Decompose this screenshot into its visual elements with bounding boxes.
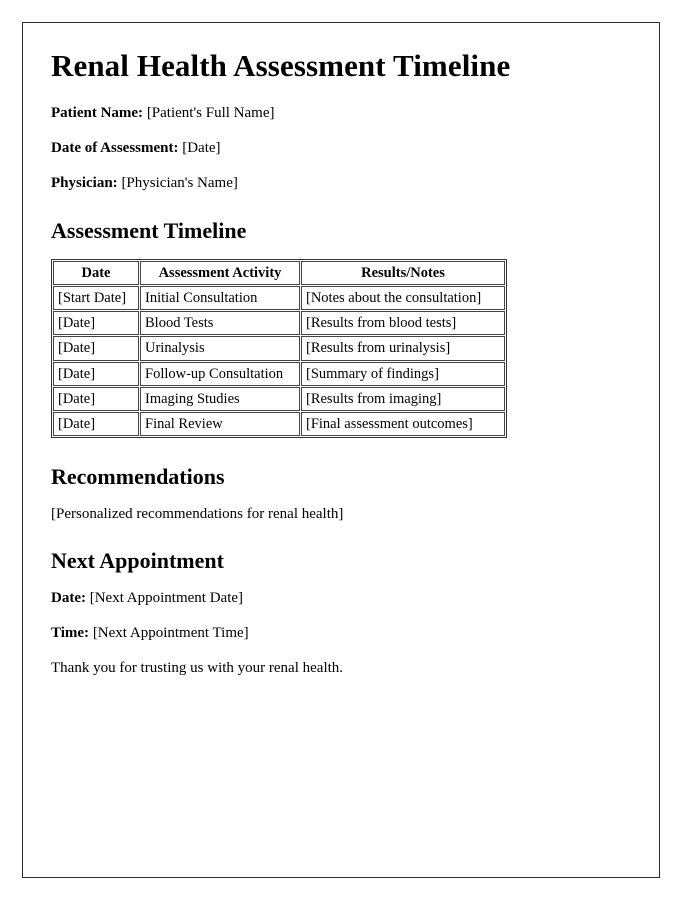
cell-date: [Date] — [53, 336, 139, 361]
cell-activity: Final Review — [140, 411, 300, 436]
next-appointment-time-row: Time: [Next Appointment Time] — [51, 624, 631, 642]
table-body: [Start Date] Initial Consultation [Notes… — [53, 286, 505, 436]
cell-date: [Date] — [53, 411, 139, 436]
cell-results: [Notes about the consultation] — [301, 286, 505, 311]
cell-date: [Date] — [53, 311, 139, 336]
column-header-activity: Assessment Activity — [140, 261, 300, 286]
cell-activity: Urinalysis — [140, 336, 300, 361]
cell-date: [Date] — [53, 386, 139, 411]
table-row: [Date] Blood Tests [Results from blood t… — [53, 311, 505, 336]
document-content: Renal Health Assessment Timeline Patient… — [23, 23, 659, 678]
cell-activity: Follow-up Consultation — [140, 361, 300, 386]
metadata-label: Patient Name: — [51, 104, 144, 121]
section-heading-recommendations: Recommendations — [51, 463, 225, 489]
table-row: [Date] Follow-up Consultation [Summary o… — [53, 361, 505, 386]
cell-results: [Results from imaging] — [301, 386, 505, 411]
table-row: [Date] Urinalysis [Results from urinalys… — [53, 336, 505, 361]
cell-results: [Results from urinalysis] — [301, 336, 505, 361]
cell-activity: Initial Consultation — [140, 286, 300, 311]
cell-activity: Imaging Studies — [140, 386, 300, 411]
table-header: Date Assessment Activity Results/Notes — [53, 261, 505, 286]
assessment-timeline-table: Date Assessment Activity Results/Notes [… — [51, 259, 507, 438]
page-title: Renal Health Assessment Timeline — [51, 48, 511, 83]
table-row: [Date] Final Review [Final assessment ou… — [53, 411, 505, 436]
cell-results: [Results from blood tests] — [301, 311, 505, 336]
section-heading-assessment-timeline: Assessment Timeline — [51, 217, 247, 243]
metadata-value: [Patient's Full Name] — [146, 104, 275, 121]
closing-message: Thank you for trusting us with your rena… — [51, 660, 344, 677]
metadata-row-patient-name: Patient Name: [Patient's Full Name] — [51, 104, 631, 122]
metadata-value: [Date] — [182, 139, 221, 156]
metadata-label: Date of Assessment: — [51, 139, 179, 156]
metadata-row-physician: Physician: [Physician's Name] — [51, 174, 631, 192]
column-header-results: Results/Notes — [301, 261, 505, 286]
next-appointment-date-value: [Next Appointment Date] — [89, 590, 244, 607]
table-row: [Date] Imaging Studies [Results from ima… — [53, 386, 505, 411]
next-appointment-date-label: Date: — [51, 590, 86, 607]
metadata-value: [Physician's Name] — [121, 174, 238, 191]
cell-date: [Date] — [53, 361, 139, 386]
cell-activity: Blood Tests — [140, 311, 300, 336]
document-page: Renal Health Assessment Timeline Patient… — [22, 22, 660, 878]
patient-metadata: Patient Name: [Patient's Full Name] Date… — [51, 104, 631, 192]
metadata-label: Physician: — [51, 174, 118, 191]
next-appointment-time-label: Time: — [51, 625, 90, 642]
table-header-row: Date Assessment Activity Results/Notes — [53, 261, 505, 286]
column-header-date: Date — [53, 261, 139, 286]
section-heading-next-appointment: Next Appointment — [51, 547, 224, 573]
next-appointment-time-value: [Next Appointment Time] — [92, 625, 249, 642]
next-appointment-date-row: Date: [Next Appointment Date] — [51, 589, 631, 607]
cell-results: [Final assessment outcomes] — [301, 411, 505, 436]
recommendations-body: [Personalized recommendations for renal … — [51, 506, 344, 523]
cell-date: [Start Date] — [53, 286, 139, 311]
table-row: [Start Date] Initial Consultation [Notes… — [53, 286, 505, 311]
cell-results: [Summary of findings] — [301, 361, 505, 386]
metadata-row-assessment-date: Date of Assessment: [Date] — [51, 139, 631, 157]
